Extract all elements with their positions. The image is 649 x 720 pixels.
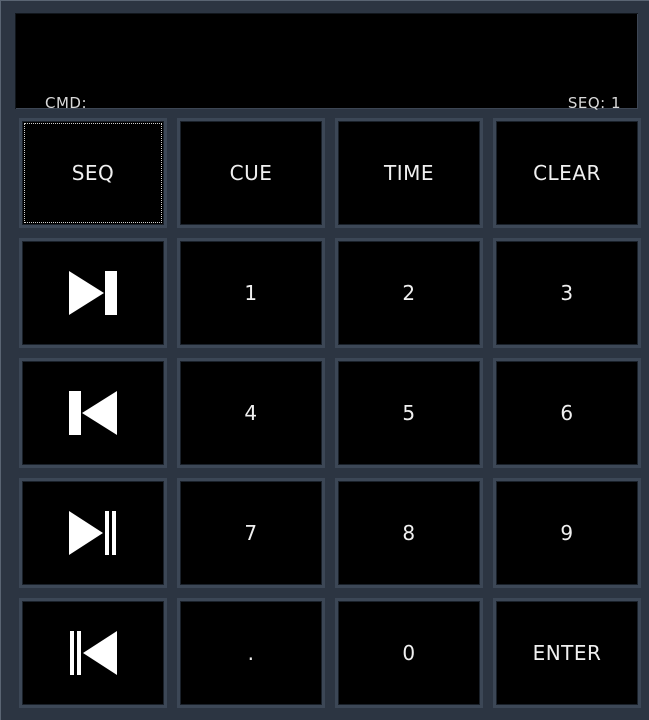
digit-3-label: 3 (560, 281, 574, 305)
seq-button-label: SEQ (71, 161, 115, 185)
next-cue-button[interactable] (19, 238, 167, 348)
command-display: CMD: SEQ: 1 (15, 13, 638, 112)
digit-0-button[interactable]: 0 (335, 598, 483, 708)
decimal-point-label: . (247, 641, 255, 665)
decimal-point-button[interactable]: . (177, 598, 325, 708)
digit-4-button[interactable]: 4 (177, 358, 325, 468)
command-line-label: CMD: (45, 94, 88, 112)
digit-6-button[interactable]: 6 (493, 358, 641, 468)
enter-button[interactable]: ENTER (493, 598, 641, 708)
digit-1-label: 1 (244, 281, 258, 305)
digit-7-button[interactable]: 7 (177, 478, 325, 588)
skip-previous-icon (69, 391, 117, 435)
digit-5-button[interactable]: 5 (335, 358, 483, 468)
digit-7-label: 7 (244, 521, 258, 545)
time-button[interactable]: TIME (335, 118, 483, 228)
previous-cue-button[interactable] (19, 358, 167, 468)
digit-2-label: 2 (402, 281, 416, 305)
go-button[interactable] (19, 478, 167, 588)
digit-8-button[interactable]: 8 (335, 478, 483, 588)
sequence-status: SEQ: 1 (567, 94, 621, 112)
keypad: SEQ CUE TIME CLEAR 1 2 3 4 5 6 7 8 9 . 0… (19, 118, 641, 712)
clear-button-label: CLEAR (533, 161, 601, 185)
pause-previous-icon (70, 631, 117, 675)
digit-2-button[interactable]: 2 (335, 238, 483, 348)
time-button-label: TIME (383, 161, 434, 185)
seq-button[interactable]: SEQ (19, 118, 167, 228)
back-button[interactable] (19, 598, 167, 708)
digit-5-label: 5 (402, 401, 416, 425)
digit-9-label: 9 (560, 521, 574, 545)
digit-1-button[interactable]: 1 (177, 238, 325, 348)
cue-button-label: CUE (229, 161, 273, 185)
enter-button-label: ENTER (532, 641, 602, 665)
digit-6-label: 6 (560, 401, 574, 425)
digit-4-label: 4 (244, 401, 258, 425)
play-pause-next-icon (69, 511, 116, 555)
digit-3-button[interactable]: 3 (493, 238, 641, 348)
digit-8-label: 8 (402, 521, 416, 545)
clear-button[interactable]: CLEAR (493, 118, 641, 228)
cue-control-panel: CMD: SEQ: 1 SEQ CUE TIME CLEAR 1 2 3 4 5… (0, 0, 649, 720)
digit-0-label: 0 (402, 641, 416, 665)
digit-9-button[interactable]: 9 (493, 478, 641, 588)
cue-button[interactable]: CUE (177, 118, 325, 228)
skip-next-icon (69, 271, 117, 315)
